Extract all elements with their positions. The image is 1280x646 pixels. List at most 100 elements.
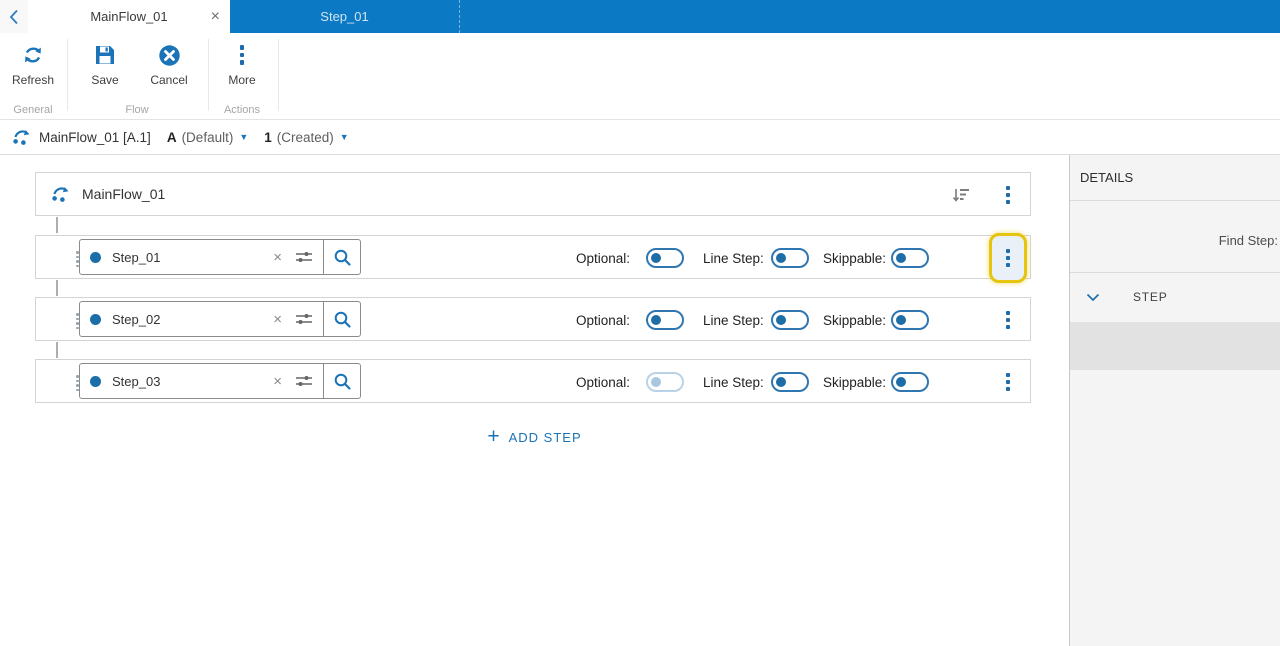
step-menu-button-highlighted[interactable] [989,233,1027,283]
toggle-knob [776,253,786,263]
step-row-1: 1 Step_01 × Optional: Line S [35,233,1031,283]
toolbar-separator [208,39,209,111]
cancel-label: Cancel [150,73,188,87]
refresh-label: Refresh [11,73,55,87]
tab-mainflow-label: MainFlow_01 [90,9,168,24]
optional-label: Optional: [576,250,631,266]
find-step-label: Find Step: [1218,233,1278,248]
line-step-toggle[interactable] [771,248,809,268]
revision-status: (Created) [276,129,334,145]
chevron-left-icon [9,9,18,24]
filter-options-icon[interactable] [294,372,314,390]
toggle-knob [896,253,906,263]
tab-strip: MainFlow_01 × Step_01 [0,0,1280,33]
toggle-knob [776,315,786,325]
toolbar-separator [67,39,68,111]
skippable-toggle[interactable] [891,310,929,330]
toggle-knob [651,253,661,263]
toggle-knob [776,377,786,387]
find-step-button[interactable] [323,364,360,398]
toggle-knob [896,377,906,387]
cancel-button[interactable]: Cancel [140,41,198,103]
add-step-button[interactable]: + ADD STEP [487,426,582,447]
details-panel: DETAILS Find Step: STEP [1069,155,1280,646]
find-step-button[interactable] [323,240,360,274]
step-name-field[interactable]: Step_01 × [79,239,361,275]
clear-icon[interactable]: × [269,373,286,390]
tab-step01-label: Step_01 [320,9,369,24]
main-content: MainFlow_01 1 Step_01 × [0,155,1280,646]
step-status-dot-icon [90,251,101,263]
step-name: Step_01 [112,249,161,265]
kebab-icon [1006,372,1010,393]
search-icon [334,249,351,266]
tab-step01[interactable]: Step_01 [230,0,460,33]
flow-icon [13,130,30,145]
kebab-icon [1006,185,1010,206]
filter-options-icon[interactable] [294,310,314,328]
details-title: DETAILS [1080,170,1134,185]
flow-icon [52,187,69,202]
toggle-knob [651,315,661,325]
version-dropdown-caret-icon[interactable]: ▼ [239,132,248,142]
add-step-container: + ADD STEP [0,426,1069,448]
flow-header: MainFlow_01 [35,172,1031,216]
optional-toggle[interactable] [646,310,684,330]
breadcrumb-title: MainFlow_01 [A.1] [39,129,151,145]
row-connector [56,342,58,358]
line-step-toggle[interactable] [771,372,809,392]
chevron-down-icon [1086,293,1100,302]
details-placeholder-row [1070,322,1280,370]
step-menu-button[interactable] [989,298,1027,342]
skippable-toggle[interactable] [891,248,929,268]
save-label: Save [91,73,119,87]
step-name-field[interactable]: Step_03 × [79,363,361,399]
line-step-toggle[interactable] [771,310,809,330]
find-step-button[interactable] [323,302,360,336]
filter-options-icon[interactable] [294,248,314,266]
search-icon [334,373,351,390]
breadcrumb: MainFlow_01 [A.1] A (Default) ▼ 1 (Creat… [0,120,1280,155]
step-name: Step_03 [112,373,161,389]
version-value: A [166,129,177,145]
close-icon[interactable]: × [211,0,220,33]
kebab-icon [239,41,245,69]
optional-toggle[interactable] [646,248,684,268]
add-step-label: ADD STEP [508,429,582,445]
optional-toggle-disabled [646,372,684,392]
divider [1070,200,1280,201]
line-step-label: Line Step: [703,374,764,390]
revision-dropdown-caret-icon[interactable]: ▼ [340,132,349,142]
step-status-dot-icon [90,313,101,325]
details-section-step-label: STEP [1133,290,1168,304]
save-button[interactable]: Save [76,41,134,103]
row-connector [56,280,58,296]
skippable-label: Skippable: [823,312,887,328]
line-step-label: Line Step: [703,312,764,328]
sort-descending-icon [952,189,969,202]
back-button[interactable] [0,0,28,33]
version-status: (Default) [181,129,234,145]
details-section-step[interactable]: STEP [1070,272,1280,322]
step-menu-button[interactable] [989,360,1027,404]
kebab-icon [1006,248,1010,269]
sort-button[interactable] [944,173,978,217]
group-label-actions: Actions [223,104,261,116]
more-button[interactable]: More [213,41,271,103]
search-icon [334,311,351,328]
step-name: Step_02 [112,311,161,327]
toggle-knob [651,377,661,387]
line-step-label: Line Step: [703,250,764,266]
flow-title: MainFlow_01 [82,186,166,202]
step-name-field[interactable]: Step_02 × [79,301,361,337]
flow-menu-button[interactable] [989,173,1027,217]
skippable-toggle[interactable] [891,372,929,392]
step-row-2: 2 Step_02 × Optional: Line S [35,297,1031,341]
refresh-button[interactable]: Refresh [4,41,62,103]
toolbar-separator [278,39,279,111]
clear-icon[interactable]: × [269,249,286,266]
clear-icon[interactable]: × [269,311,286,328]
tab-mainflow[interactable]: MainFlow_01 × [28,0,230,33]
kebab-icon [1006,310,1010,331]
toggle-knob [896,315,906,325]
